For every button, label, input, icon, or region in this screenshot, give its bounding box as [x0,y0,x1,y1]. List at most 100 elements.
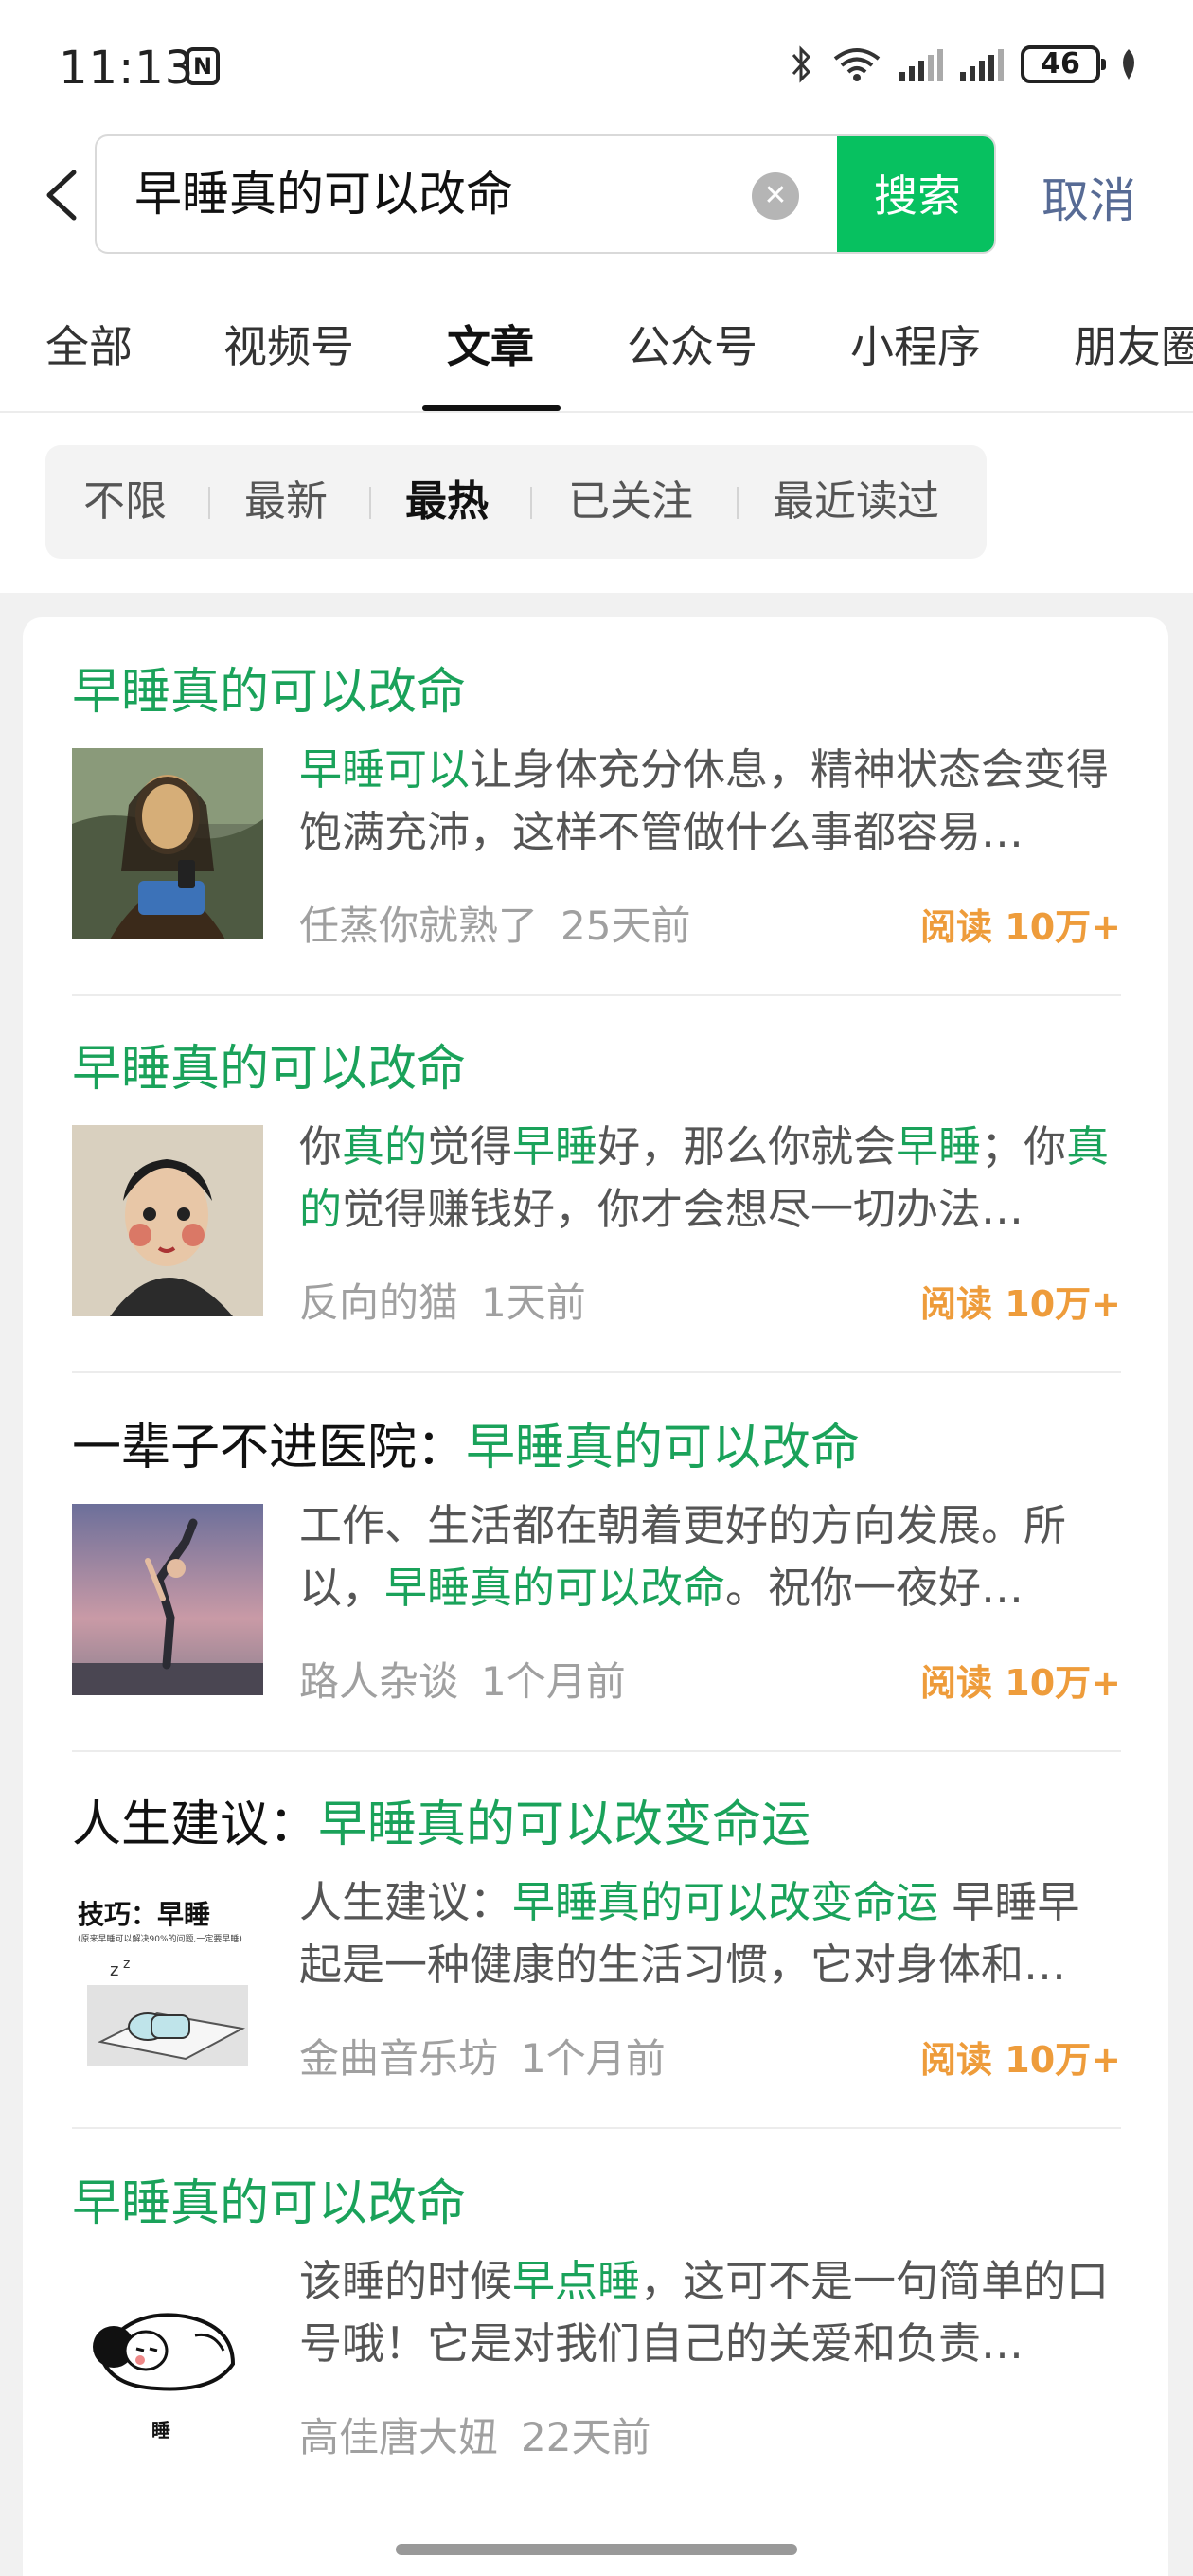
snippet-text: 人生建议： [299,1877,513,1927]
article-time: 1天前 [481,1279,586,1326]
tab-moments[interactable]: 朋友圈 [1074,313,1193,375]
article-title[interactable]: 早睡真的可以改命 [72,652,466,723]
tab-articles[interactable]: 文章 [447,313,534,375]
tab-mini-programs[interactable]: 小程序 [850,313,981,375]
title-highlight: 早睡真的可以改命 [72,1041,467,1098]
filter-followed[interactable]: 已关注 [568,445,693,559]
yoga-pose-image[interactable] [72,1504,263,1695]
sleeping-cartoon-image[interactable]: 睡 [72,2260,263,2451]
filter-bar: 不限 最新 最热 已关注 最近读过 [45,445,987,559]
home-indicator[interactable] [396,2544,797,2555]
article-title[interactable]: 早睡真的可以改命 [72,2163,466,2234]
search-box: ✕ 搜索 [95,134,996,254]
snippet-text: 你 [299,1121,343,1172]
snippet-highlight: 早睡 [896,1121,982,1172]
sleep-tips-image[interactable]: 技巧：早睡 (原来早睡可以解决90%的问题,一定要早睡) zz [72,1881,263,2072]
cancel-button[interactable]: 取消 [1042,163,1136,231]
back-arrow-icon[interactable] [38,167,85,224]
tab-all[interactable]: 全部 [45,313,133,375]
article-meta: 任蒸你就熟了 25天前 [299,894,713,952]
snippet-text: 该睡的时候 [299,2256,513,2306]
status-bar: 11:13 N 46 [0,0,1193,133]
article-title[interactable]: 人生建议：早睡真的可以改变命运 [72,1784,810,1855]
article-time: 22天前 [521,2414,651,2460]
title-highlight: 早睡真的可以改命 [72,2175,467,2232]
article-snippet: 早睡可以让身体充分休息，精神状态会变得饱满充沛，这样不管做什么事都容易… [299,739,1121,864]
thumb-heading: 技巧：早睡 [78,1899,211,1930]
title-highlight: 早睡真的可以改命 [466,1420,861,1476]
article-time: 25天前 [561,903,691,949]
article-result[interactable]: 一辈子不进医院：早睡真的可以改命 工作、生活都在朝着更好的方向发展。所以，早睡真… [72,1373,1121,1752]
thumb-subtitle: (原来早睡可以解决90%的问题,一定要早睡) [78,1935,242,1944]
mona-lisa-image[interactable] [72,748,263,939]
snippet-text: 。祝你一夜好… [725,1563,1024,1613]
article-result[interactable]: 早睡真的可以改命 你真的觉得早睡好，那么你就会早睡；你真的觉得赚钱好，你才会想尽… [72,994,1121,1373]
article-snippet: 工作、生活都在朝着更好的方向发展。所以，早睡真的可以改命。祝你一夜好… [299,1494,1121,1619]
signal-icon-1 [899,47,943,81]
filter-latest[interactable]: 最新 [244,445,328,559]
snippet-text: 好，那么你就会 [597,1121,897,1172]
title-highlight: 早睡真的可以改命 [72,664,467,721]
filter-divider [208,487,210,519]
leaf-icon [1123,49,1134,80]
snippet-highlight: 真的 [342,1121,428,1172]
read-count: 阅读 10万+ [920,2039,1121,2081]
category-tabs: 全部 视频号 文章 公众号 小程序 朋友圈 [0,284,1193,413]
article-author[interactable]: 高佳唐大妞 [299,2414,498,2460]
clear-icon[interactable]: ✕ [752,172,799,220]
snippet-highlight: 早睡真的可以改变命运 [512,1877,939,1927]
article-author[interactable]: 任蒸你就熟了 [299,903,538,949]
search-bar: ✕ 搜索 取消 [0,133,1193,256]
article-meta: 反向的猫 1天前 [299,1271,609,1329]
svg-text:z: z [110,1960,118,1980]
title-text: 一辈子不进医院： [72,1420,467,1476]
article-author[interactable]: 反向的猫 [299,1279,458,1326]
filter-recently-read[interactable]: 最近读过 [773,445,939,559]
filter-divider [737,487,739,519]
article-title[interactable]: 早睡真的可以改命 [72,1029,466,1100]
title-text: 人生建议： [72,1797,319,1853]
read-count: 阅读 10万+ [920,1283,1121,1325]
read-count: 阅读 10万+ [920,1662,1121,1704]
snippet-text: ；你 [981,1121,1067,1172]
article-result[interactable]: 早睡真的可以改命 早睡可以让身体充分休息，精神状态会变得饱满充沛，这样不管做什么… [72,617,1121,996]
svg-text:z: z [123,1957,130,1972]
article-time: 1个月前 [481,1658,626,1705]
active-tab-indicator [422,405,561,411]
battery-icon: 46 [1021,45,1106,83]
tab-channels[interactable]: 视频号 [223,313,354,375]
read-count: 阅读 10万+ [920,906,1121,948]
nfc-icon: N [186,47,220,85]
signal-icon-2 [960,47,1004,81]
filter-hottest[interactable]: 最热 [405,445,489,559]
snippet-highlight: 早睡真的可以改命 [384,1563,726,1613]
article-result[interactable]: 人生建议：早睡真的可以改变命运 技巧：早睡 (原来早睡可以解决90%的问题,一定… [72,1750,1121,2129]
search-button[interactable]: 搜索 [837,136,994,252]
status-time: 11:13 [59,42,195,95]
article-time: 1个月前 [521,2035,666,2082]
snippet-highlight: 早点睡 [512,2256,641,2306]
snippet-highlight: 早睡 [512,1121,598,1172]
snippet-text: 觉得赚钱好，你才会想尽一切办法… [342,1184,1024,1234]
article-author[interactable]: 路人杂谈 [299,1658,458,1705]
bluetooth-icon [792,45,811,83]
article-meta: 金曲音乐坊 1个月前 [299,2027,688,2084]
snippet-text: 觉得 [427,1121,513,1172]
article-snippet: 你真的觉得早睡好，那么你就会早睡；你真的觉得赚钱好，你才会想尽一切办法… [299,1116,1121,1241]
tab-official-accounts[interactable]: 公众号 [627,313,757,375]
filter-unlimited[interactable]: 不限 [83,445,167,559]
thumb-caption: 睡 [151,2419,170,2442]
search-input[interactable] [134,136,797,252]
status-icons: 46 [790,45,1140,83]
snippet-highlight: 早睡可以 [299,744,471,795]
article-result[interactable]: 早睡真的可以改命 睡 该睡的时候早点睡，这可不是一句简单的口号哦！它是对我们自己… [72,2129,1121,2508]
article-title[interactable]: 一辈子不进医院：早睡真的可以改命 [72,1407,860,1478]
filter-divider [530,487,532,519]
article-meta: 路人杂谈 1个月前 [299,1650,649,1708]
article-snippet: 人生建议：早睡真的可以改变命运 早睡早起是一种健康的生活习惯，它对身体和… [299,1871,1121,1996]
portrait-painting-image[interactable] [72,1125,263,1316]
article-meta: 高佳唐大妞 22天前 [299,2406,673,2463]
article-author[interactable]: 金曲音乐坊 [299,2035,498,2082]
article-snippet: 该睡的时候早点睡，这可不是一句简单的口号哦！它是对我们自己的关爱和负责… [299,2250,1121,2375]
wifi-icon [833,48,881,81]
